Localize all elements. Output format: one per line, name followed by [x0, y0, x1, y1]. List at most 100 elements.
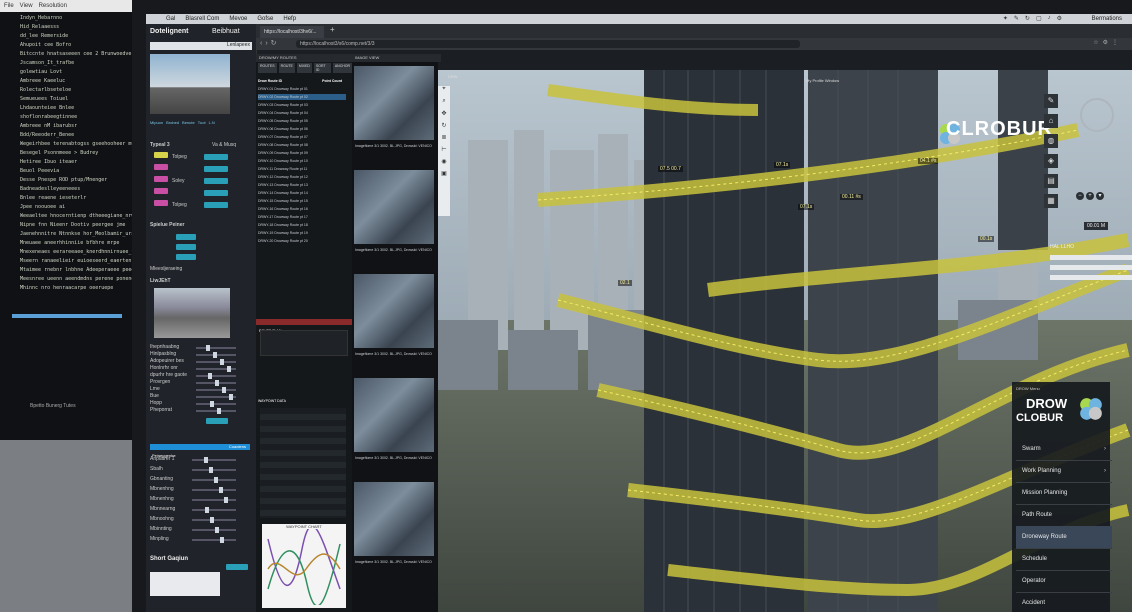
panel-tab[interactable]: L.N — [209, 120, 215, 125]
browser-tab[interactable]: https://localhost/3hv6/... — [260, 26, 324, 38]
cyan-toggle[interactable] — [204, 166, 228, 172]
os-menu-item[interactable]: Gofse — [257, 14, 273, 24]
menu-view[interactable]: View — [20, 0, 33, 12]
camera-icon[interactable]: ▣ — [438, 170, 450, 182]
slider[interactable] — [196, 373, 236, 379]
route-tab[interactable]: MIXED — [296, 63, 312, 73]
pin-icon[interactable]: ◉ — [438, 158, 450, 170]
route-row[interactable]: DRWY-09 Drowway Route pt 09 — [258, 150, 346, 156]
slider-thumb[interactable] — [215, 527, 219, 533]
compass-icon[interactable] — [1080, 98, 1114, 132]
slider[interactable] — [192, 527, 236, 533]
route-row[interactable]: DRWY-18 Drowway Route pt 18 — [258, 222, 346, 228]
panel-tab[interactable]: Benute — [182, 120, 195, 125]
tilt-icon[interactable]: ▾ — [1096, 192, 1104, 200]
panel-tab[interactable]: Tuot — [198, 120, 206, 125]
image-thumbnail[interactable] — [354, 66, 434, 140]
menu-resolution[interactable]: Resolution — [39, 0, 67, 12]
slider-thumb[interactable] — [204, 457, 208, 463]
slider-thumb[interactable] — [217, 408, 221, 414]
slider[interactable] — [196, 401, 236, 407]
route-plan-table[interactable] — [260, 330, 348, 356]
route-plan-bar[interactable]: ROUTE PLAN — [256, 319, 352, 333]
slider-thumb[interactable] — [229, 394, 233, 400]
os-menu-item[interactable]: Mevoe — [229, 14, 247, 24]
slider-thumb[interactable] — [210, 517, 214, 523]
highlight-bar[interactable]: Peinepgenhe Coaotens — [150, 444, 250, 458]
ruler-icon[interactable]: ⊢ — [438, 146, 450, 158]
route-tab[interactable]: ANCHOR — [332, 63, 352, 73]
bell-icon[interactable]: ♪ — [1048, 15, 1051, 22]
slider[interactable] — [192, 487, 236, 493]
drow-menu-item[interactable]: Mission Planning — [1016, 482, 1112, 505]
drow-menu-item[interactable]: Schedule — [1016, 548, 1112, 571]
slider-thumb[interactable] — [227, 366, 231, 372]
side-input[interactable] — [1050, 265, 1132, 270]
image-thumbnail[interactable] — [354, 170, 434, 244]
route-row[interactable]: DRWY-05 Drowway Route pt 05 — [258, 118, 346, 124]
slider[interactable] — [196, 387, 236, 393]
preview-thumbnail[interactable] — [150, 54, 230, 114]
side-input[interactable] — [1050, 275, 1132, 280]
slider[interactable] — [192, 507, 236, 513]
pin-icon[interactable]: ✦ — [1003, 15, 1008, 22]
route-row[interactable]: DRWY-13 Drowway Route pt 13 — [258, 182, 346, 188]
new-tab-icon[interactable]: + — [330, 25, 335, 34]
route-tab[interactable]: ROUTES — [258, 63, 277, 73]
pink-tag[interactable] — [154, 200, 168, 206]
drow-menu-item[interactable]: Droneway Route — [1016, 526, 1112, 549]
image-thumbnail[interactable] — [354, 274, 434, 348]
slider-thumb[interactable] — [208, 373, 212, 379]
slider-thumb[interactable] — [215, 380, 219, 386]
route-row[interactable]: DRWY-03 Drowway Route pt 03 — [258, 102, 346, 108]
drow-menu-item[interactable]: Path Route — [1016, 504, 1112, 527]
slider[interactable] — [192, 537, 236, 543]
slider[interactable] — [192, 497, 236, 503]
zoom-out-icon[interactable]: − — [1076, 192, 1084, 200]
slider[interactable] — [196, 394, 236, 400]
slider-thumb[interactable] — [224, 497, 228, 503]
drow-menu-item[interactable]: Operator — [1016, 570, 1112, 593]
route-row[interactable]: DRWY-08 Drowway Route pt 08 — [258, 142, 346, 148]
cursor-icon[interactable]: ⌖ — [438, 86, 450, 98]
drow-menu-item[interactable]: Swarm › — [1016, 438, 1112, 461]
route-row[interactable]: DRWY-07 Drowway Route pt 07 — [258, 134, 346, 140]
slider-thumb[interactable] — [222, 387, 226, 393]
cyan-button[interactable] — [206, 418, 228, 424]
route-tab[interactable]: ROUTE — [278, 63, 295, 73]
slider[interactable] — [196, 366, 236, 372]
slider-thumb[interactable] — [219, 487, 223, 493]
slider-thumb[interactable] — [213, 352, 217, 358]
os-menu-item[interactable]: Blasrell Com — [185, 14, 219, 24]
nav-arrows-icon[interactable]: ‹›↻ — [260, 39, 280, 47]
image-thumbnail[interactable] — [354, 378, 434, 452]
route-row[interactable]: DRWY-20 Drowway Route pt 20 — [258, 238, 346, 244]
refresh-icon[interactable]: ↻ — [1025, 15, 1030, 22]
text-area[interactable] — [150, 572, 220, 596]
pink-tag[interactable] — [154, 176, 168, 182]
slider[interactable] — [196, 359, 236, 365]
image-thumbnail[interactable] — [354, 482, 434, 556]
pencil-icon[interactable]: ✎ — [1014, 15, 1019, 22]
cyan-toggle[interactable] — [204, 154, 228, 160]
globe-icon[interactable]: ◍ — [1044, 134, 1058, 148]
os-menu-item[interactable]: Gal — [166, 14, 175, 24]
cyan-button[interactable] — [226, 564, 248, 570]
settings-icon[interactable]: ⚙ — [1057, 15, 1062, 22]
slider[interactable] — [196, 408, 236, 414]
address-bar[interactable]: https://localhost3/s6/comp.net/3/3 — [296, 40, 800, 48]
cyan-toggle[interactable] — [204, 202, 228, 208]
home-icon[interactable]: ⌂ — [1044, 114, 1058, 128]
route-row[interactable]: DRWY-11 Drowway Route pt 11 — [258, 166, 346, 172]
route-row[interactable]: DRWY-14 Drowway Route pt 14 — [258, 190, 346, 196]
square-icon[interactable]: ▢ — [1036, 15, 1042, 22]
slider-thumb[interactable] — [206, 345, 210, 351]
drow-menu-item[interactable]: Work Planning › — [1016, 460, 1112, 483]
pan-icon[interactable]: ✥ — [438, 110, 450, 122]
route-row[interactable]: DRWY-10 Drowway Route pt 10 — [258, 158, 346, 164]
route-tab[interactable]: SORT ID — [313, 63, 331, 73]
menu-file[interactable]: File — [4, 0, 14, 12]
camera-thumbnail[interactable] — [154, 288, 230, 338]
yellow-tag[interactable] — [154, 152, 168, 158]
pen-icon[interactable]: ✎ — [1044, 94, 1058, 108]
